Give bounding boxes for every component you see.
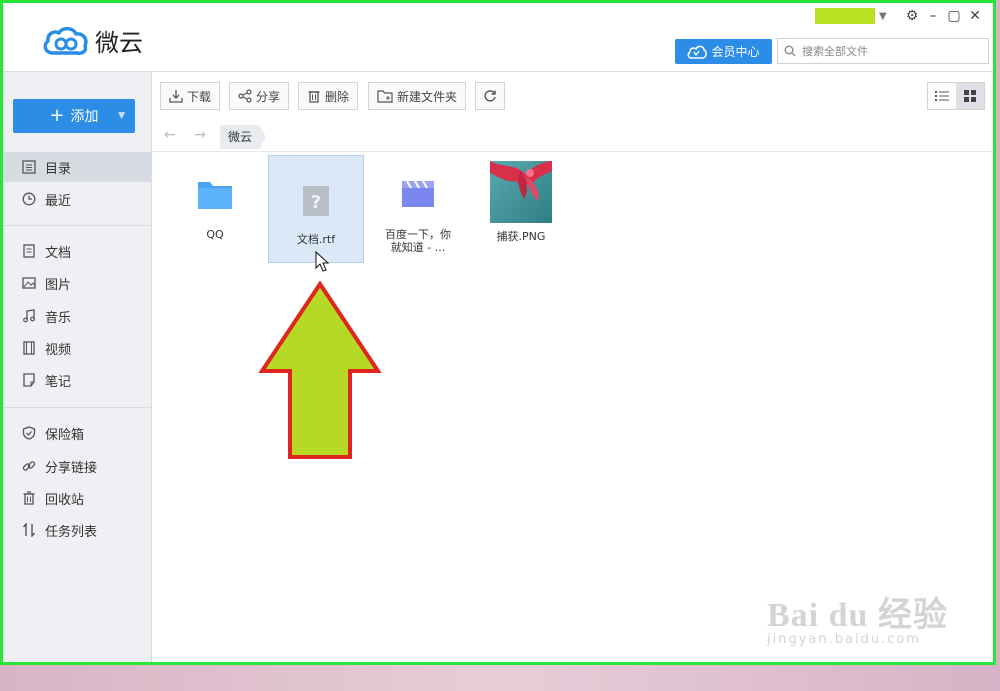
sidebar-item-label: 笔记 — [45, 374, 72, 390]
sidebar-item-catalog[interactable]: 目录 — [3, 152, 151, 182]
refresh-button[interactable] — [475, 82, 505, 110]
list-icon — [21, 159, 37, 175]
sidebar-item-label: 视频 — [45, 342, 72, 358]
video-icon — [21, 340, 37, 356]
link-icon — [21, 458, 37, 474]
download-label: 下载 — [187, 89, 212, 104]
sidebar-item-label: 音乐 — [45, 310, 72, 326]
sidebar-item-images[interactable]: 图片 — [3, 268, 151, 298]
vip-cloud-icon — [687, 45, 708, 59]
sidebar: + 添加 ▼ 目录 最近 文档 图片 音乐 视频 笔记 保险箱 分享链接 回收站… — [3, 71, 152, 662]
download-button[interactable]: 下载 — [160, 82, 221, 110]
user-account-highlight[interactable] — [815, 8, 875, 24]
sidebar-item-safe[interactable]: 保险箱 — [3, 418, 151, 448]
sidebar-divider — [3, 407, 151, 408]
breadcrumb: ← → 微云 — [152, 121, 993, 152]
cloud-logo-icon — [43, 26, 88, 55]
file-item-document[interactable]: ? 文档.rtf — [268, 155, 364, 263]
image-icon — [21, 275, 37, 291]
sidebar-item-share-links[interactable]: 分享链接 — [3, 451, 151, 481]
document-icon — [21, 243, 37, 259]
search-input[interactable] — [800, 43, 984, 59]
minimize-icon[interactable]: – — [924, 7, 942, 25]
file-name: 捕获.PNG — [496, 230, 546, 243]
video-file-icon — [402, 180, 434, 207]
back-arrow-icon[interactable]: ← — [164, 127, 176, 143]
sidebar-item-video[interactable]: 视频 — [3, 333, 151, 363]
image-thumbnail — [490, 161, 552, 223]
new-folder-button[interactable]: 新建文件夹 — [368, 82, 467, 110]
add-button[interactable]: + 添加 ▼ — [13, 99, 135, 133]
file-name: QQ — [206, 228, 224, 241]
unknown-file-icon: ? — [303, 186, 329, 216]
note-icon — [21, 372, 37, 388]
sidebar-item-label: 图片 — [45, 277, 72, 293]
share-button[interactable]: 分享 — [229, 82, 290, 110]
sidebar-item-music[interactable]: 音乐 — [3, 301, 151, 331]
file-name: 文档.rtf — [296, 233, 336, 246]
title-bar: 微云 ▼ ⚙ – ▢ ✕ 会员中心 — [3, 3, 993, 71]
sidebar-item-label: 最近 — [45, 193, 72, 209]
toolbar: 下载 分享 删除 新建文件夹 — [152, 71, 993, 123]
app-logo: 微云 — [41, 23, 143, 58]
file-name: 百度一下，你 就知道 - ... — [385, 228, 451, 254]
gear-icon[interactable]: ⚙ — [903, 7, 921, 25]
chevron-down-icon[interactable]: ▼ — [879, 11, 887, 22]
svg-text:?: ? — [311, 192, 321, 213]
folder-icon — [198, 182, 232, 209]
view-toggle — [927, 82, 985, 110]
vip-center-button[interactable]: 会员中心 — [675, 39, 772, 64]
trash-icon — [21, 490, 37, 506]
sidebar-divider — [3, 225, 151, 226]
mouse-cursor-icon — [315, 251, 330, 272]
delete-button[interactable]: 删除 — [298, 82, 359, 110]
refresh-icon — [484, 90, 496, 102]
app-window: 微云 ▼ ⚙ – ▢ ✕ 会员中心 + 添加 ▼ — [0, 0, 996, 665]
vip-center-label: 会员中心 — [711, 45, 760, 59]
sidebar-item-label: 任务列表 — [45, 524, 98, 540]
add-button-label: 添加 — [70, 109, 99, 125]
delete-label: 删除 — [325, 89, 350, 104]
share-label: 分享 — [256, 89, 281, 104]
trash-icon — [308, 91, 320, 103]
sidebar-item-label: 目录 — [45, 161, 72, 177]
app-title: 微云 — [95, 29, 143, 57]
sidebar-item-recycle-bin[interactable]: 回收站 — [3, 483, 151, 513]
plus-icon: + — [49, 105, 65, 126]
sidebar-item-recent[interactable]: 最近 — [3, 184, 151, 214]
transfer-icon — [21, 522, 37, 538]
baidu-watermark: Bai du 经验 jingyan.baidu.com — [767, 587, 948, 647]
annotation-arrow-icon — [258, 281, 382, 459]
watermark-main: Bai du 经验 — [767, 597, 948, 634]
share-icon — [238, 89, 252, 103]
new-folder-label: 新建文件夹 — [397, 89, 458, 104]
search-box[interactable] — [777, 38, 989, 64]
sidebar-item-label: 保险箱 — [45, 427, 85, 443]
sidebar-item-task-list[interactable]: 任务列表 — [3, 515, 151, 545]
download-icon — [169, 90, 183, 103]
file-item-image[interactable]: 捕获.PNG — [473, 161, 569, 243]
close-icon[interactable]: ✕ — [966, 7, 984, 25]
file-item-folder[interactable]: QQ — [167, 168, 263, 241]
list-view-button[interactable] — [928, 83, 956, 109]
grid-view-icon — [964, 90, 976, 102]
new-folder-icon — [377, 90, 393, 103]
sidebar-item-label: 文档 — [45, 245, 72, 261]
sidebar-item-notes[interactable]: 笔记 — [3, 365, 151, 395]
clock-icon — [21, 191, 37, 207]
forward-arrow-icon[interactable]: → — [194, 127, 206, 143]
sidebar-item-label: 回收站 — [45, 492, 85, 508]
list-view-icon — [935, 91, 949, 101]
file-item-video[interactable]: 百度一下，你 就知道 - ... — [370, 168, 466, 254]
sidebar-item-label: 分享链接 — [45, 460, 98, 476]
sidebar-item-documents[interactable]: 文档 — [3, 236, 151, 266]
breadcrumb-item-root[interactable]: 微云 — [220, 125, 267, 149]
grid-view-button[interactable] — [956, 83, 984, 109]
shield-icon — [21, 425, 37, 441]
chevron-down-icon[interactable]: ▼ — [118, 111, 125, 121]
music-icon — [21, 308, 37, 324]
search-icon — [784, 45, 796, 57]
maximize-icon[interactable]: ▢ — [945, 7, 963, 25]
watermark-sub: jingyan.baidu.com — [767, 632, 921, 647]
